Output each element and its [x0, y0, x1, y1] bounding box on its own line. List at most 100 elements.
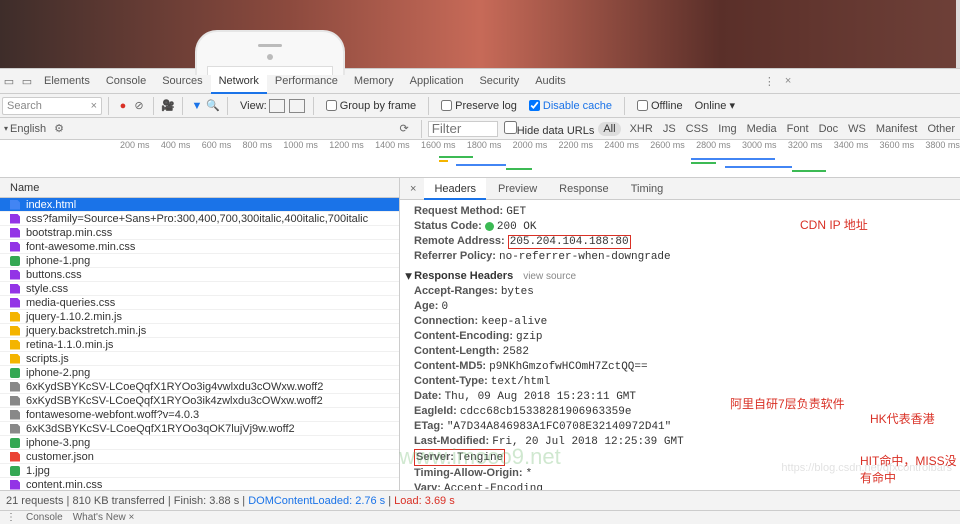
- request-row[interactable]: iphone-1.png: [0, 254, 399, 268]
- tab-timing[interactable]: Timing: [621, 178, 674, 200]
- request-row[interactable]: css?family=Source+Sans+Pro:300,400,700,3…: [0, 212, 399, 226]
- request-row[interactable]: jquery-1.10.2.min.js: [0, 310, 399, 324]
- group-by-frame-checkbox[interactable]: Group by frame: [326, 100, 416, 112]
- file-name: customer.json: [26, 450, 94, 464]
- file-name: jquery.backstretch.min.js: [26, 324, 146, 338]
- small-rows-icon[interactable]: [289, 99, 305, 113]
- throttling-select[interactable]: Online ▾: [695, 99, 735, 112]
- record-icon[interactable]: ●: [115, 100, 131, 112]
- clear-log-icon[interactable]: ⊘: [131, 99, 147, 112]
- chip-js[interactable]: JS: [658, 122, 681, 136]
- request-method-label: Request Method:: [414, 205, 503, 217]
- request-row[interactable]: jquery.backstretch.min.js: [0, 324, 399, 338]
- disable-cache-checkbox[interactable]: Disable cache: [529, 100, 612, 112]
- request-row[interactable]: customer.json: [0, 450, 399, 464]
- request-row[interactable]: 6xK3dSBYKcSV-LCoeQqfX1RYOo3qOK7lujVj9w.w…: [0, 422, 399, 436]
- chip-img[interactable]: Img: [713, 122, 741, 136]
- file-name: media-queries.css: [26, 296, 115, 310]
- tab-response[interactable]: Response: [549, 178, 619, 200]
- timeline[interactable]: 200 ms400 ms600 ms800 ms1000 ms1200 ms14…: [0, 140, 960, 178]
- request-row[interactable]: iphone-3.png: [0, 436, 399, 450]
- chip-css[interactable]: CSS: [681, 122, 714, 136]
- status-code-value: 200 OK: [497, 221, 537, 233]
- request-row[interactable]: fontawesome-webfont.woff?v=4.0.3: [0, 408, 399, 422]
- device-toggle-icon[interactable]: ▭: [18, 75, 36, 88]
- chip-all[interactable]: All: [598, 122, 620, 136]
- inspect-icon[interactable]: ▭: [0, 75, 18, 88]
- tab-preview[interactable]: Preview: [488, 178, 547, 200]
- devtools-tabs: ▭ ▭ Elements Console Sources Network Per…: [0, 68, 960, 94]
- status-dot-icon: [485, 222, 494, 231]
- offline-checkbox[interactable]: Offline: [637, 100, 683, 112]
- drawer-menu-icon[interactable]: ⋮: [6, 512, 16, 523]
- tab-audits[interactable]: Audits: [527, 68, 574, 94]
- file-name: content.min.css: [26, 478, 102, 491]
- file-name: retina-1.1.0.min.js: [26, 338, 113, 352]
- drawer-console[interactable]: Console: [26, 512, 63, 523]
- filter-input[interactable]: [428, 121, 498, 137]
- filter-bar: ▾English ⚙ ⟳ Hide data URLs All XHR JS C…: [0, 118, 960, 140]
- file-type-icon: [10, 256, 20, 266]
- tab-headers[interactable]: Headers: [424, 178, 486, 200]
- more-icon[interactable]: ⋮: [764, 75, 775, 88]
- search-input[interactable]: Search ×: [2, 97, 102, 115]
- chip-ws[interactable]: WS: [843, 122, 871, 136]
- response-headers-section[interactable]: ▶Response Headersview source: [406, 270, 950, 282]
- tab-console[interactable]: Console: [98, 68, 154, 94]
- request-row[interactable]: 1.jpg: [0, 464, 399, 478]
- tab-application[interactable]: Application: [402, 68, 472, 94]
- request-row[interactable]: 6xKydSBYKcSV-LCoeQqfX1RYOo3ik4zwlxdu3cOW…: [0, 394, 399, 408]
- annotation-cdn: CDN IP 地址: [800, 218, 868, 232]
- chip-doc[interactable]: Doc: [814, 122, 844, 136]
- gear-icon[interactable]: ⚙: [54, 122, 64, 135]
- chip-media[interactable]: Media: [742, 122, 782, 136]
- request-list[interactable]: Name index.htmlcss?family=Source+Sans+Pr…: [0, 178, 400, 490]
- large-rows-icon[interactable]: [269, 99, 285, 113]
- tab-security[interactable]: Security: [471, 68, 527, 94]
- drawer-whatsnew[interactable]: What's New ×: [73, 512, 135, 523]
- view-source-link[interactable]: view source: [523, 271, 576, 282]
- file-type-icon: [10, 368, 20, 378]
- file-type-icon: [10, 326, 20, 336]
- request-row[interactable]: content.min.css: [0, 478, 399, 490]
- chip-manifest[interactable]: Manifest: [871, 122, 923, 136]
- camera-icon[interactable]: 🎥: [160, 99, 176, 112]
- file-type-icon: [10, 452, 20, 462]
- file-type-icon: [10, 410, 20, 420]
- request-row[interactable]: media-queries.css: [0, 296, 399, 310]
- file-name: scripts.js: [26, 352, 69, 366]
- file-name: iphone-1.png: [26, 254, 90, 268]
- file-type-icon: [10, 354, 20, 364]
- file-name: buttons.css: [26, 268, 82, 282]
- request-row[interactable]: 6xKydSBYKcSV-LCoeQqfX1RYOo3ig4vwlxdu3cOW…: [0, 380, 399, 394]
- request-row[interactable]: style.css: [0, 282, 399, 296]
- file-type-icon: [10, 312, 20, 322]
- request-row[interactable]: font-awesome.min.css: [0, 240, 399, 254]
- request-row[interactable]: retina-1.1.0.min.js: [0, 338, 399, 352]
- clear-icon[interactable]: ×: [91, 100, 97, 112]
- file-name: iphone-3.png: [26, 436, 90, 450]
- tab-memory[interactable]: Memory: [346, 68, 402, 94]
- request-row[interactable]: buttons.css: [0, 268, 399, 282]
- lang-select[interactable]: ▾English: [4, 123, 46, 135]
- request-row[interactable]: scripts.js: [0, 352, 399, 366]
- hide-data-urls-checkbox[interactable]: Hide data URLs: [504, 121, 595, 137]
- request-row[interactable]: bootstrap.min.css: [0, 226, 399, 240]
- chip-xhr[interactable]: XHR: [625, 122, 658, 136]
- request-row[interactable]: iphone-2.png: [0, 366, 399, 380]
- tab-elements[interactable]: Elements: [36, 68, 98, 94]
- chip-font[interactable]: Font: [782, 122, 814, 136]
- preserve-log-checkbox[interactable]: Preserve log: [441, 100, 517, 112]
- referrer-policy-label: Referrer Policy:: [414, 250, 496, 262]
- column-name[interactable]: Name: [0, 178, 399, 198]
- chip-other[interactable]: Other: [922, 122, 960, 136]
- filter-icon[interactable]: ▼: [189, 100, 205, 112]
- close-icon[interactable]: ×: [785, 75, 791, 88]
- file-name: css?family=Source+Sans+Pro:300,400,700,3…: [26, 212, 368, 226]
- status-code-label: Status Code:: [414, 220, 482, 232]
- close-detail-icon[interactable]: ×: [404, 183, 422, 195]
- file-type-icon: [10, 228, 20, 238]
- request-row[interactable]: index.html: [0, 198, 399, 212]
- search-icon[interactable]: 🔍: [205, 99, 221, 112]
- refresh-icon[interactable]: ⟳: [399, 122, 408, 135]
